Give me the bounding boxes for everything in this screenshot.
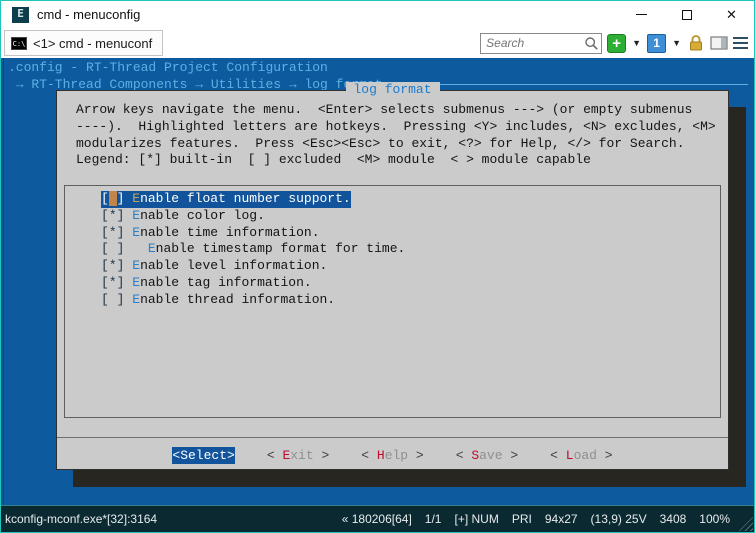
new-console-dropdown-icon[interactable]: ▼ <box>631 38 642 48</box>
titlebar: E cmd - menuconfig ✕ <box>1 1 754 28</box>
search-box <box>480 33 602 54</box>
status-console-index[interactable]: 1/1 <box>425 512 442 526</box>
status-numlock[interactable]: [+] NUM <box>454 512 498 526</box>
minimize-button[interactable] <box>619 1 664 28</box>
instruction-line: modularizes features. Press <Esc><Esc> t… <box>76 136 716 153</box>
menu-item-tag-information[interactable]: [*] Enable tag information. <box>101 275 312 292</box>
dialog-title: log format <box>345 82 439 97</box>
menu-item-time-information[interactable]: [*] Enable time information. <box>101 225 320 242</box>
menu-item-thread-information[interactable]: [ ] Enable thread information. <box>101 292 335 309</box>
status-bar: kconfig-mconf.exe*[32]:3164 « 180206[64]… <box>1 505 754 532</box>
status-priority[interactable]: PRI <box>512 512 532 526</box>
tab-cmd-menuconf[interactable]: C:\ <1> cmd - menuconf <box>4 30 163 56</box>
conemu-window: E cmd - menuconfig ✕ C:\ <1> cmd - menuc… <box>0 0 755 533</box>
instruction-line: ----). Highlighted letters are hotkeys. … <box>76 119 716 136</box>
instruction-line: Legend: [*] built-in [ ] excluded <M> mo… <box>76 152 716 169</box>
cmd-icon: C:\ <box>11 37 27 50</box>
kconfig-header: .config - RT-Thread Project Configuratio… <box>8 60 328 75</box>
tab-label: <1> cmd - menuconf <box>33 36 152 51</box>
lock-icon[interactable] <box>687 34 705 52</box>
console-list-dropdown-icon[interactable]: ▼ <box>671 38 682 48</box>
conemu-app-icon: E <box>12 7 29 23</box>
dialog-buttons: <Select> < Exit > < Help > < Save > < Lo… <box>57 447 728 464</box>
menu-box: [ ] Enable float number support. [*] Ena… <box>64 185 721 418</box>
search-icon <box>584 36 599 51</box>
button-separator <box>57 437 728 438</box>
split-view-icon[interactable] <box>710 35 728 51</box>
load-button[interactable]: < Load > <box>550 447 612 464</box>
status-right: « 180206[64] 1/1 [+] NUM PRI 94x27 (13,9… <box>342 512 730 526</box>
instruction-line: Arrow keys navigate the menu. <Enter> se… <box>76 102 716 119</box>
terminal-left-edge <box>1 58 4 505</box>
maximize-icon <box>682 10 692 20</box>
menu-item-float-number[interactable]: [ ] Enable float number support. <box>101 191 351 208</box>
tab-bar: C:\ <1> cmd - menuconf + ▼ 1 ▼ <box>1 28 754 58</box>
select-button[interactable]: <Select> <box>172 447 234 464</box>
resize-grip[interactable] <box>738 516 753 531</box>
maximize-button[interactable] <box>664 1 709 28</box>
dialog-instructions: Arrow keys navigate the menu. <Enter> se… <box>76 102 716 169</box>
close-icon: ✕ <box>726 8 737 21</box>
status-zoom[interactable]: 100% <box>699 512 730 526</box>
new-console-button[interactable]: + <box>607 34 626 53</box>
menu-item-color-log[interactable]: [*] Enable color log. <box>101 208 265 225</box>
menu-items: [ ] Enable float number support. [*] Ena… <box>101 191 405 309</box>
status-cursor-pos: (13,9) 25V <box>591 512 647 526</box>
save-button[interactable]: < Save > <box>456 447 518 464</box>
close-button[interactable]: ✕ <box>709 1 754 28</box>
status-console-size[interactable]: 94x27 <box>545 512 578 526</box>
help-button[interactable]: < Help > <box>361 447 423 464</box>
log-format-dialog: log format Arrow keys navigate the menu.… <box>56 90 729 470</box>
status-process: kconfig-mconf.exe*[32]:3164 <box>5 512 157 526</box>
menu-item-level-information[interactable]: [*] Enable level information. <box>101 258 327 275</box>
minimize-icon <box>636 14 647 15</box>
terminal-area[interactable]: .config - RT-Thread Project Configuratio… <box>1 58 754 505</box>
breadcrumb-rule <box>397 84 748 85</box>
window-title: cmd - menuconfig <box>37 7 140 22</box>
cursor <box>109 191 117 206</box>
main-menu-icon[interactable] <box>733 37 748 39</box>
status-pid: 3408 <box>660 512 687 526</box>
exit-button[interactable]: < Exit > <box>267 447 329 464</box>
active-console-button[interactable]: 1 <box>647 34 666 53</box>
status-build: « 180206[64] <box>342 512 412 526</box>
menu-item-timestamp-format[interactable]: [ ] Enable timestamp format for time. <box>101 241 405 258</box>
